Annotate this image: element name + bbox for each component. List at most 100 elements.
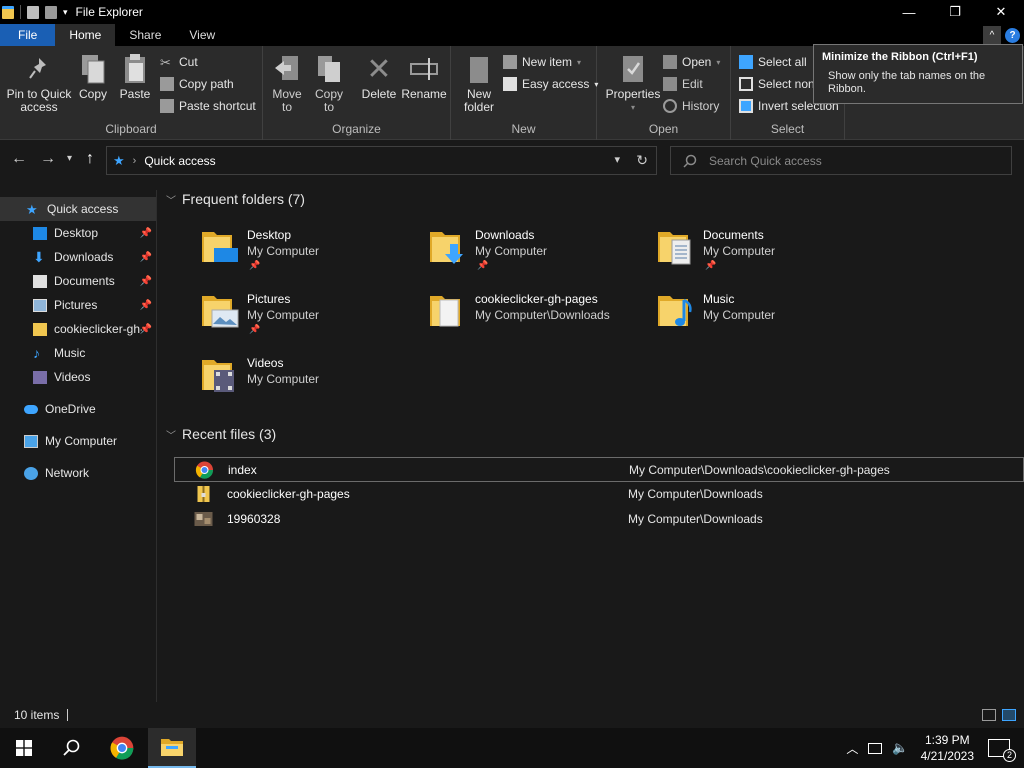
sidebar-item-desktop[interactable]: Desktop 📌 bbox=[0, 221, 156, 245]
folder-name: Documents bbox=[703, 228, 764, 242]
sidebar-item-downloads[interactable]: ⬇ Downloads 📌 bbox=[0, 245, 156, 269]
sidebar-item-documents[interactable]: Documents 📌 bbox=[0, 269, 156, 293]
sidebar-item-music[interactable]: ♪ Music bbox=[0, 341, 156, 365]
collapse-chevron-icon[interactable]: ﹀ bbox=[166, 427, 176, 442]
refresh-icon[interactable]: ↻ bbox=[636, 152, 648, 169]
easy-access-button[interactable]: Easy access ▾ bbox=[503, 74, 598, 94]
file-explorer-icon[interactable] bbox=[2, 5, 14, 19]
tab-file[interactable]: File bbox=[0, 24, 56, 46]
help-icon[interactable]: ? bbox=[1005, 27, 1020, 43]
new-item-button[interactable]: New item ▾ bbox=[503, 52, 581, 72]
clock[interactable]: 1:39 PM 4/21/2023 bbox=[921, 732, 974, 764]
tab-share[interactable]: Share bbox=[115, 24, 175, 46]
sidebar-item-label: Network bbox=[45, 466, 90, 480]
large-icons-view-icon[interactable] bbox=[1002, 709, 1016, 721]
tab-view[interactable]: View bbox=[175, 24, 229, 46]
tab-home[interactable]: Home bbox=[55, 24, 116, 46]
minimize-ribbon-tooltip: Minimize the Ribbon (Ctrl+F1) Show only … bbox=[813, 44, 1023, 104]
document-icon bbox=[33, 274, 47, 288]
folder-cookieclicker[interactable]: cookieclicker-gh-pages My Computer\Downl… bbox=[386, 284, 614, 344]
recent-file-row[interactable]: cookieclicker-gh-pages My Computer\Downl… bbox=[174, 482, 1024, 507]
desktop-folder-icon bbox=[202, 232, 238, 262]
recent-locations-chevron-icon[interactable]: ▾ bbox=[67, 153, 72, 164]
minimize-button[interactable]: — bbox=[886, 0, 932, 24]
start-button[interactable] bbox=[0, 728, 48, 768]
sidebar-item-pictures[interactable]: Pictures 📌 bbox=[0, 293, 156, 317]
properties-button[interactable]: Properties ▾ bbox=[603, 52, 663, 114]
copy-to-button[interactable]: Copy to bbox=[311, 52, 347, 114]
select-none-button[interactable]: Select non bbox=[739, 74, 815, 94]
sidebar-item-cookieclicker[interactable]: cookieclicker-gh-pages 📌 bbox=[0, 317, 156, 341]
folder-location: My Computer bbox=[703, 244, 776, 258]
notifications-button[interactable]: 2 bbox=[988, 739, 1016, 762]
sidebar-item-quick-access[interactable]: ★ Quick access bbox=[0, 197, 156, 221]
sidebar-item-videos[interactable]: Videos bbox=[0, 365, 156, 389]
collapse-chevron-icon[interactable]: ﹀ bbox=[166, 192, 176, 207]
copy-button[interactable]: Copy bbox=[76, 52, 110, 101]
pin-to-quick-access-button[interactable]: Pin to Quick access bbox=[6, 52, 72, 114]
sidebar-item-onedrive[interactable]: OneDrive bbox=[0, 397, 156, 421]
details-view-icon[interactable] bbox=[982, 709, 996, 721]
sidebar-item-network[interactable]: Network bbox=[0, 461, 156, 485]
folder-pictures[interactable]: Pictures My Computer 📌 bbox=[158, 284, 386, 344]
frequent-folders-header[interactable]: ﹀ Frequent folders (7) bbox=[166, 191, 305, 207]
address-history-chevron-icon[interactable]: ▾ bbox=[614, 153, 620, 166]
search-box[interactable] bbox=[670, 146, 1012, 175]
history-button[interactable]: History bbox=[663, 96, 719, 116]
move-to-button[interactable]: Move to bbox=[269, 52, 305, 114]
rename-button[interactable]: Rename bbox=[401, 52, 447, 101]
search-taskbar-button[interactable] bbox=[48, 728, 96, 768]
maximize-button[interactable]: ❐ bbox=[932, 0, 978, 24]
back-arrow-icon[interactable]: ← bbox=[11, 150, 27, 168]
open-button[interactable]: Open ▾ bbox=[663, 52, 720, 72]
edit-button[interactable]: Edit bbox=[663, 74, 703, 94]
organize-group-label: Organize bbox=[332, 122, 381, 136]
item-count: 10 items bbox=[14, 708, 60, 722]
paste-shortcut-button[interactable]: Paste shortcut bbox=[160, 96, 256, 116]
file-location: My Computer\Downloads\cookieclicker-gh-p… bbox=[629, 463, 890, 477]
address-bar[interactable]: ★ › Quick access ▾ ↻ bbox=[106, 146, 657, 175]
new-folder-qat-icon[interactable] bbox=[45, 5, 57, 19]
folder-music[interactable]: Music My Computer bbox=[614, 284, 842, 344]
new-folder-button[interactable]: New folder bbox=[459, 52, 499, 114]
select-all-button[interactable]: Select all bbox=[739, 52, 807, 72]
delete-button[interactable]: ✕ Delete bbox=[359, 52, 399, 101]
up-arrow-icon[interactable]: ↑ bbox=[86, 150, 94, 168]
videos-folder-icon bbox=[202, 360, 234, 392]
folder-documents[interactable]: Documents My Computer 📌 bbox=[614, 220, 842, 280]
chrome-icon bbox=[110, 736, 134, 760]
network-tray-icon[interactable] bbox=[868, 742, 883, 754]
recent-file-row[interactable]: 19960328 My Computer\Downloads bbox=[174, 507, 1024, 532]
chrome-taskbar-button[interactable] bbox=[98, 728, 146, 768]
paste-button[interactable]: Paste bbox=[118, 52, 152, 101]
folder-desktop[interactable]: Desktop My Computer 📌 bbox=[158, 220, 386, 280]
show-hidden-icons-chevron-icon[interactable]: ︿ bbox=[846, 740, 858, 757]
properties-qat-icon[interactable] bbox=[27, 5, 39, 19]
breadcrumb-quick-access[interactable]: Quick access bbox=[144, 154, 215, 168]
search-input[interactable] bbox=[709, 153, 989, 168]
sidebar-item-label: Documents bbox=[54, 274, 115, 288]
recent-files-header[interactable]: ﹀ Recent files (3) bbox=[166, 426, 276, 442]
folder-videos[interactable]: Videos My Computer bbox=[158, 348, 386, 408]
pinned-icon[interactable]: 📌 bbox=[140, 252, 152, 263]
copy-path-button[interactable]: Copy path bbox=[160, 74, 234, 94]
minimize-ribbon-button[interactable]: ^ bbox=[983, 26, 1001, 44]
pinned-icon[interactable]: 📌 bbox=[140, 228, 152, 239]
pinned-icon[interactable]: 📌 bbox=[140, 324, 152, 335]
ribbon-tabs: File Home Share View ^ ? bbox=[0, 24, 1024, 46]
forward-arrow-icon[interactable]: → bbox=[40, 150, 56, 168]
close-button[interactable]: ✕ bbox=[978, 0, 1024, 24]
volume-icon[interactable]: 🔈 bbox=[892, 740, 908, 756]
pinned-icon[interactable]: 📌 bbox=[140, 276, 152, 287]
folder-downloads[interactable]: Downloads My Computer 📌 bbox=[386, 220, 614, 280]
system-tray: ︿ 🔈 1:39 PM 4/21/2023 2 bbox=[846, 728, 1024, 768]
pinned-icon[interactable]: 📌 bbox=[140, 300, 152, 311]
clipboard-group: Pin to Quick access Copy Paste ✂ Cut Cop… bbox=[0, 46, 263, 140]
file-name: 19960328 bbox=[227, 512, 281, 526]
recent-file-row[interactable]: index My Computer\Downloads\cookieclicke… bbox=[174, 457, 1024, 482]
file-explorer-taskbar-button[interactable] bbox=[148, 728, 196, 768]
customize-qat-chevron-icon[interactable]: ▾ bbox=[63, 7, 68, 18]
file-name: index bbox=[228, 463, 257, 477]
sidebar-item-my-computer[interactable]: My Computer bbox=[0, 429, 156, 453]
cut-button[interactable]: ✂ Cut bbox=[160, 52, 198, 72]
